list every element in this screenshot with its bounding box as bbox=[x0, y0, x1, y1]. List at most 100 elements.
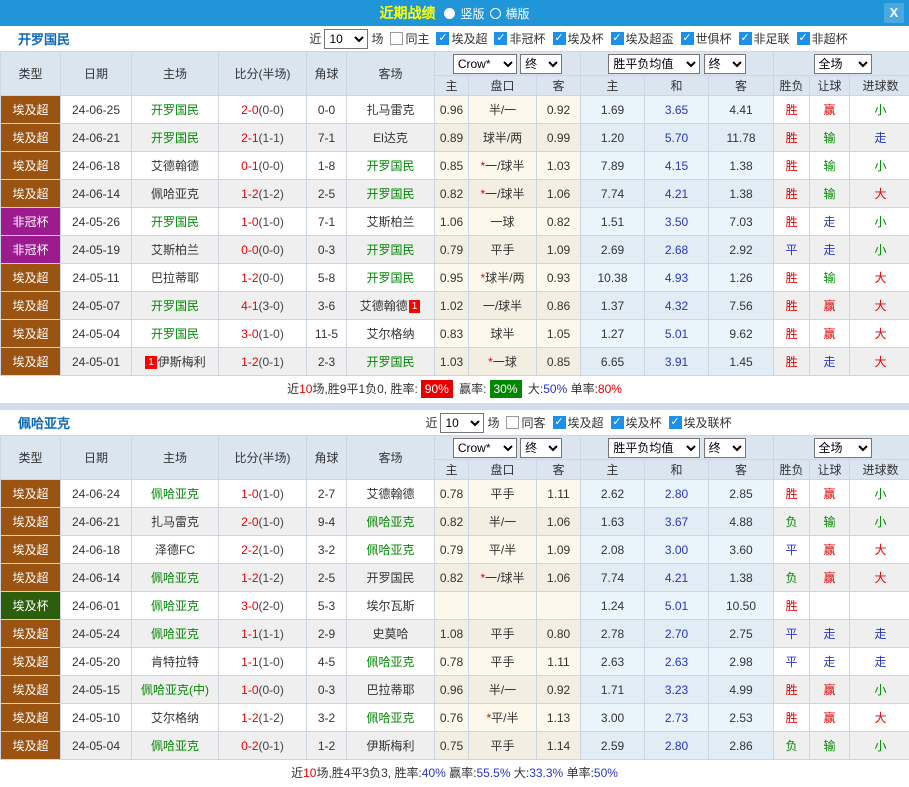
away-team-name: 开罗国民 bbox=[366, 571, 414, 585]
home-team-name: 佩哈亚克 bbox=[151, 627, 199, 641]
home-team-name: 开罗国民 bbox=[151, 215, 199, 229]
vertical-radio[interactable] bbox=[444, 8, 455, 19]
handicap: 平手 bbox=[469, 480, 537, 508]
summary-segment: 赢率: bbox=[446, 766, 477, 780]
avg-draw: 4.93 bbox=[645, 264, 709, 292]
league-label: 埃及杯 bbox=[568, 30, 604, 47]
section-header-home-team: 开罗国民 近10场同主✓埃及超✓非冠杯✓埃及杯✓埃及超盃✓世俱杯✓非足联✓非超杯 bbox=[0, 26, 909, 51]
final-odds-select[interactable]: 终 bbox=[520, 438, 562, 458]
corner-score: 2-5 bbox=[307, 180, 347, 208]
away-team: 扎马雷克 bbox=[347, 96, 435, 124]
handicap: *一球 bbox=[469, 348, 537, 376]
full-time-score: 0-1 bbox=[241, 159, 258, 173]
recent-count-select[interactable]: 10 bbox=[324, 29, 368, 49]
home-team-name: 开罗国民 bbox=[151, 103, 199, 117]
match-type: 埃及超 bbox=[1, 732, 61, 760]
away-team: 开罗国民 bbox=[347, 564, 435, 592]
handicap-text: 平手 bbox=[490, 627, 514, 641]
full-time-score: 0-0 bbox=[241, 243, 258, 257]
odds-home: 0.76 bbox=[435, 704, 469, 732]
result-goals: 小 bbox=[850, 732, 909, 760]
horizontal-radio-label[interactable]: 横版 bbox=[506, 5, 530, 22]
away-team: 开罗国民 bbox=[347, 348, 435, 376]
result-handicap: 走 bbox=[810, 648, 850, 676]
final-avg-select[interactable]: 终 bbox=[704, 438, 746, 458]
away-team-name: 艾尔格纳 bbox=[366, 327, 414, 341]
odds-away: 1.06 bbox=[537, 508, 581, 536]
handicap-text: 平/半 bbox=[489, 543, 516, 557]
recent-count-select[interactable]: 10 bbox=[440, 413, 484, 433]
league-checkbox[interactable]: ✓ bbox=[611, 416, 624, 429]
same-venue-checkbox[interactable] bbox=[390, 32, 403, 45]
home-team-name: 扎马雷克 bbox=[151, 515, 199, 529]
league-checkbox[interactable]: ✓ bbox=[797, 32, 810, 45]
match-score: 1-1(1-1) bbox=[219, 620, 307, 648]
odds-home: 0.78 bbox=[435, 648, 469, 676]
half-time-score: (3-0) bbox=[259, 299, 284, 313]
league-checkbox[interactable]: ✓ bbox=[494, 32, 507, 45]
league-checkbox[interactable]: ✓ bbox=[681, 32, 694, 45]
col-avg-draw: 和 bbox=[645, 460, 709, 480]
same-venue-label: 同主 bbox=[405, 30, 429, 47]
handicap-text: 一球 bbox=[493, 355, 517, 369]
odds-away: 0.92 bbox=[537, 96, 581, 124]
avg-select[interactable]: 胜平负均值 bbox=[608, 54, 700, 74]
odds-away: 1.14 bbox=[537, 732, 581, 760]
league-checkbox[interactable]: ✓ bbox=[611, 32, 624, 45]
result-outcome: 胜 bbox=[774, 180, 810, 208]
avg-select[interactable]: 胜平负均值 bbox=[608, 438, 700, 458]
match-type: 埃及超 bbox=[1, 704, 61, 732]
same-venue-checkbox[interactable] bbox=[506, 416, 519, 429]
fullmatch-select[interactable]: 全场 bbox=[814, 54, 872, 74]
home-team-name: 佩哈亚克 bbox=[151, 599, 199, 613]
home-team: 佩哈亚克 bbox=[132, 732, 219, 760]
away-team-name: 伊斯梅利 bbox=[366, 739, 414, 753]
match-date: 24-06-14 bbox=[61, 180, 132, 208]
final-avg-select[interactable]: 终 bbox=[704, 54, 746, 74]
odds-company-select[interactable]: Crow* bbox=[453, 438, 517, 458]
match-type: 埃及超 bbox=[1, 96, 61, 124]
away-team-name: 佩哈亚克 bbox=[366, 655, 414, 669]
corner-score: 2-3 bbox=[307, 348, 347, 376]
horizontal-radio[interactable] bbox=[490, 8, 501, 19]
result-handicap: 输 bbox=[810, 124, 850, 152]
avg-home: 1.24 bbox=[581, 592, 645, 620]
match-score: 2-0(0-0) bbox=[219, 96, 307, 124]
red-card-badge: 1 bbox=[145, 356, 157, 369]
result-outcome: 胜 bbox=[774, 704, 810, 732]
odds-away: 1.09 bbox=[537, 536, 581, 564]
corner-score: 5-8 bbox=[307, 264, 347, 292]
home-team: 泽德FC bbox=[132, 536, 219, 564]
league-checkbox[interactable]: ✓ bbox=[436, 32, 449, 45]
vertical-radio-label[interactable]: 竖版 bbox=[460, 5, 484, 22]
result-goals: 走 bbox=[850, 648, 909, 676]
half-time-score: (1-0) bbox=[259, 655, 284, 669]
home-team: 扎马雷克 bbox=[132, 508, 219, 536]
col-goals: 进球数 bbox=[850, 460, 909, 480]
close-button[interactable]: X bbox=[884, 3, 904, 23]
avg-away: 2.53 bbox=[709, 704, 774, 732]
dialog-titlebar: 近期战绩 竖版 横版 X bbox=[0, 0, 909, 26]
odds-company-select[interactable]: Crow* bbox=[453, 54, 517, 74]
half-time-score: (0-0) bbox=[259, 683, 284, 697]
col-avg-away: 客 bbox=[709, 460, 774, 480]
final-odds-select[interactable]: 终 bbox=[520, 54, 562, 74]
league-checkbox[interactable]: ✓ bbox=[669, 416, 682, 429]
avg-away: 7.03 bbox=[709, 208, 774, 236]
handicap-text: 球半 bbox=[490, 327, 514, 341]
league-checkbox[interactable]: ✓ bbox=[553, 32, 566, 45]
match-type: 埃及超 bbox=[1, 536, 61, 564]
filters-bar: 近10场同主✓埃及超✓非冠杯✓埃及杯✓埃及超盃✓世俱杯✓非足联✓非超杯 bbox=[248, 29, 909, 49]
away-team-name: 开罗国民 bbox=[366, 271, 414, 285]
home-team-name: 开罗国民 bbox=[151, 299, 199, 313]
fullmatch-select[interactable]: 全场 bbox=[814, 438, 872, 458]
odds-home: 0.95 bbox=[435, 264, 469, 292]
avg-away: 2.75 bbox=[709, 620, 774, 648]
handicap: *球半/两 bbox=[469, 264, 537, 292]
match-date: 24-06-01 bbox=[61, 592, 132, 620]
league-checkbox[interactable]: ✓ bbox=[739, 32, 752, 45]
handicap-text: 球半/两 bbox=[485, 271, 524, 285]
league-checkbox[interactable]: ✓ bbox=[553, 416, 566, 429]
result-outcome: 胜 bbox=[774, 96, 810, 124]
odds-home: 0.75 bbox=[435, 732, 469, 760]
